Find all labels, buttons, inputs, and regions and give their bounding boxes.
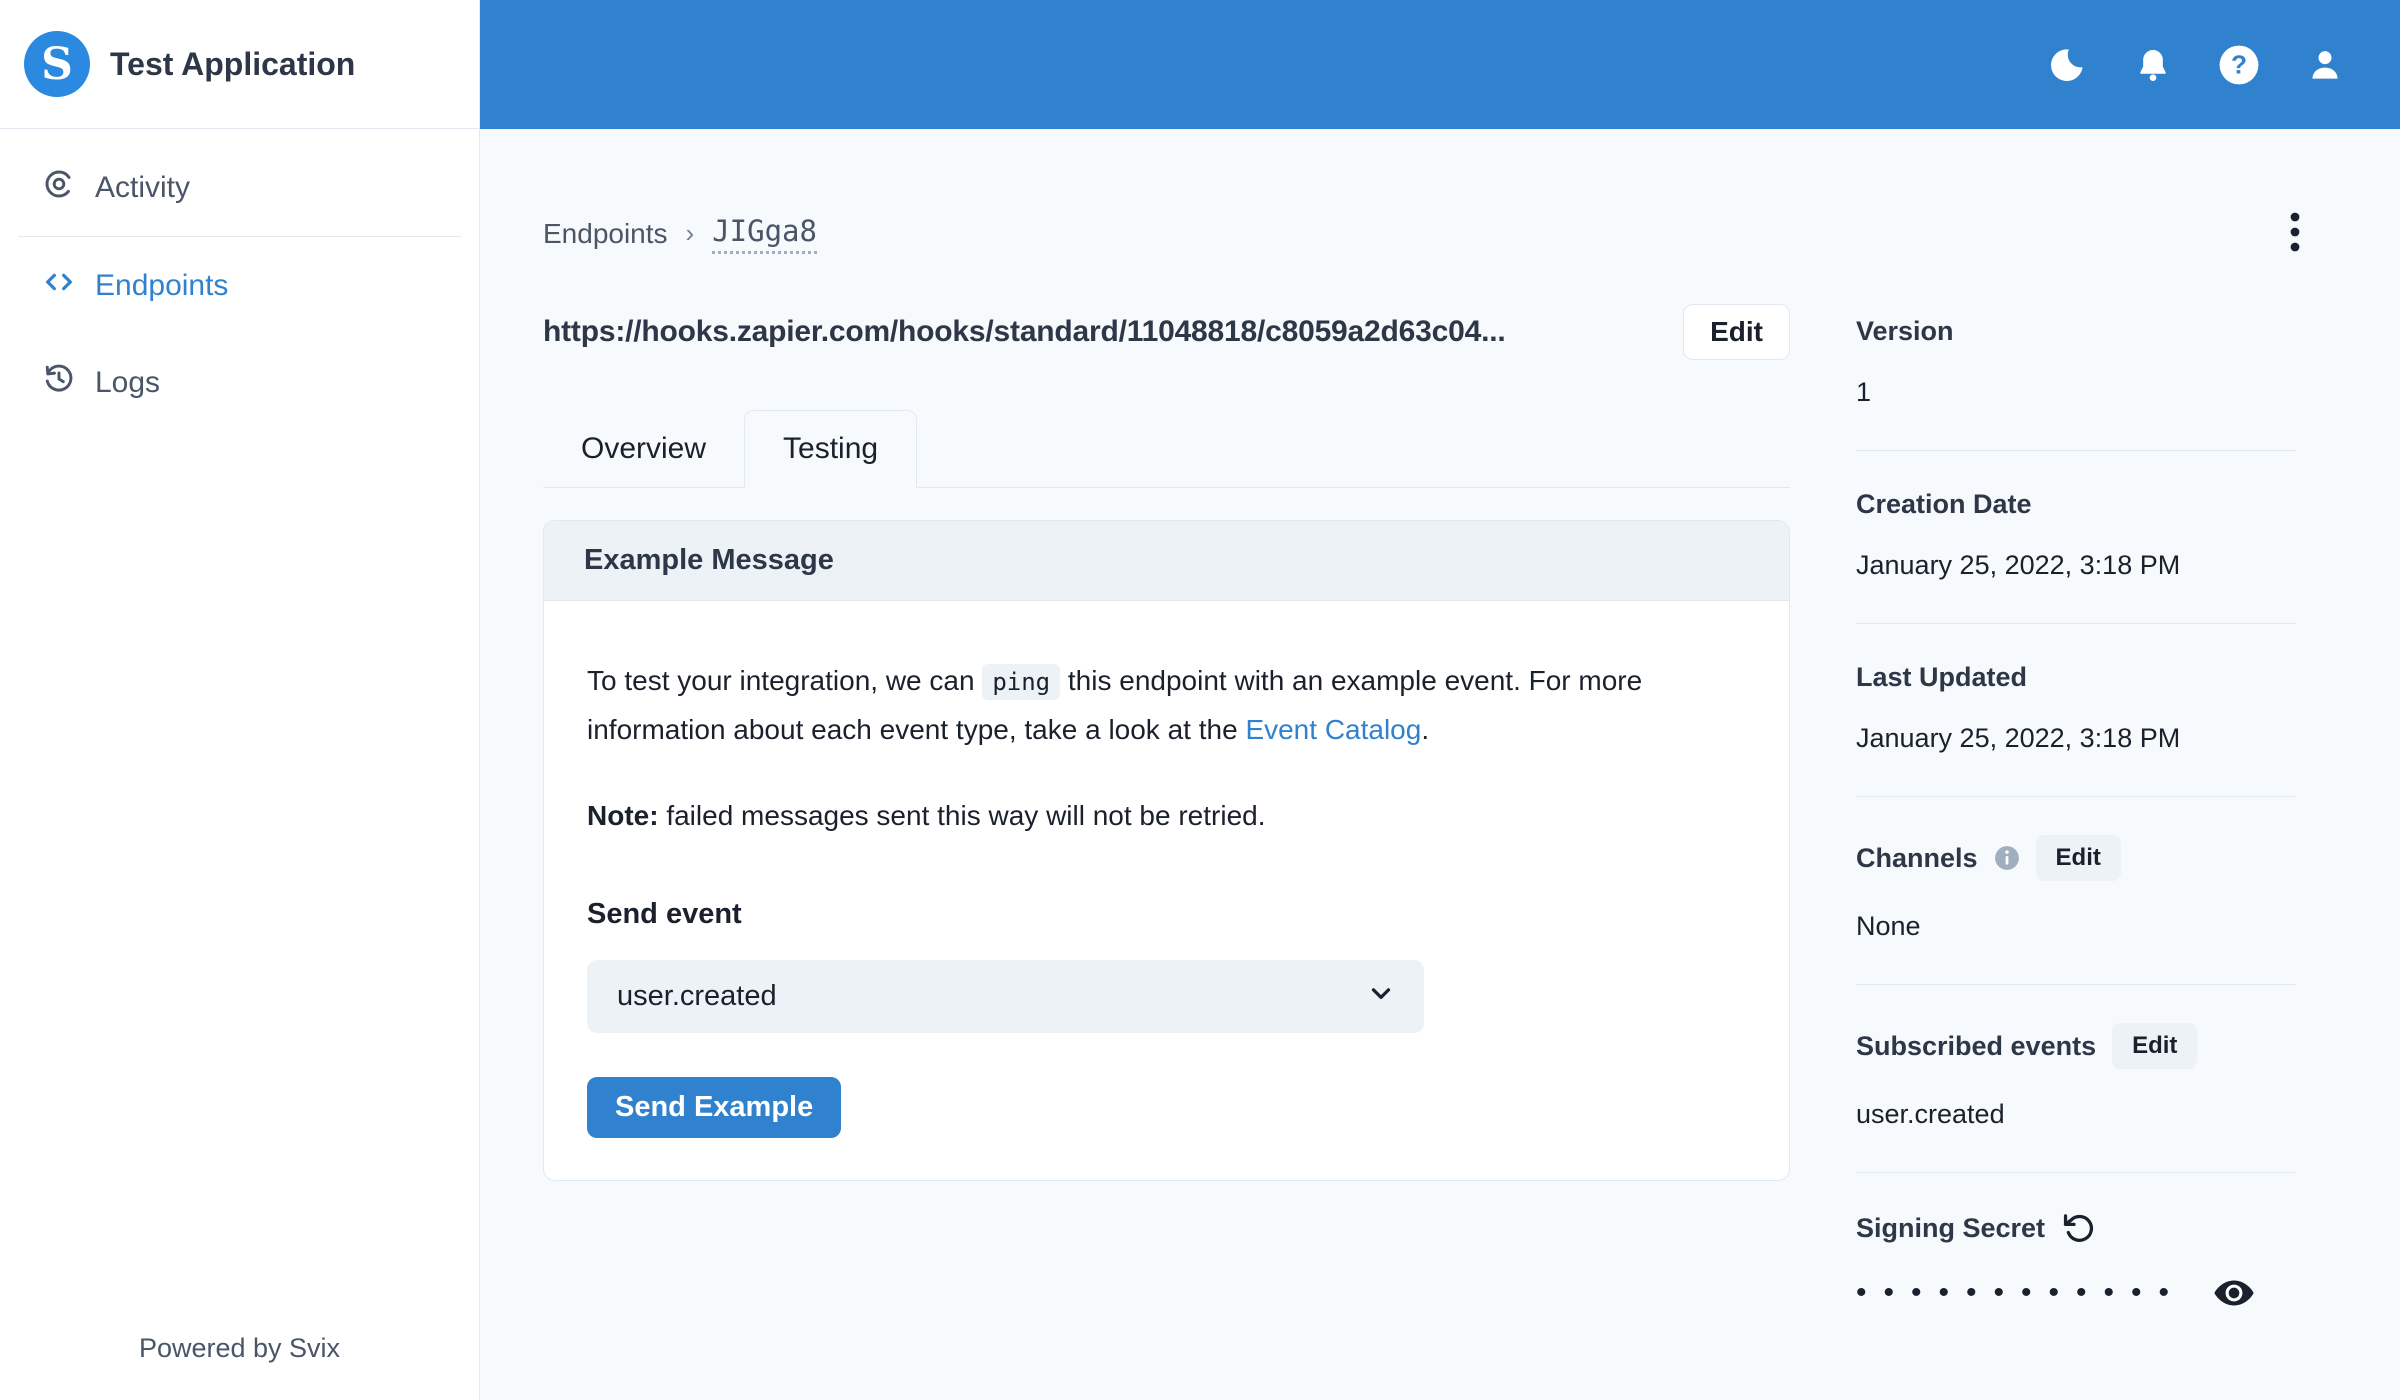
sidebar-item-activity[interactable]: Activity: [0, 139, 479, 236]
card-body: To test your integration, we can ping th…: [544, 601, 1789, 1180]
history-clock-icon: [43, 363, 75, 403]
intro-text: To test your integration, we can: [587, 665, 983, 696]
panel-divider: [1856, 1172, 2296, 1173]
channels-info-icon[interactable]: [1994, 845, 2020, 871]
dark-mode-moon-icon[interactable]: [2046, 44, 2088, 86]
topbar: ?: [480, 0, 2400, 129]
breadcrumb-endpoint-id[interactable]: JIGga8: [712, 214, 817, 254]
version-value: 1: [1856, 377, 1872, 407]
signing-secret-label: Signing Secret: [1856, 1212, 2046, 1243]
sidebar-item-label: Logs: [95, 365, 161, 399]
endpoint-main: https://hooks.zapier.com/hooks/standard/…: [543, 304, 1790, 1181]
event-type-select[interactable]: user.created: [587, 960, 1424, 1033]
content-area: Endpoints › JIGga8 https://hooks.zapier.…: [480, 129, 2400, 1400]
subscribed-events-label: Subscribed events: [1856, 1030, 2097, 1061]
sidebar-item-label: Endpoints: [95, 268, 229, 302]
note-text: failed messages sent this way will not b…: [658, 800, 1266, 831]
send-example-button[interactable]: Send Example: [587, 1077, 842, 1138]
panel-divider: [1856, 984, 2296, 985]
signing-secret-row: ••••••••••••: [1856, 1271, 2296, 1315]
user-account-icon[interactable]: [2304, 44, 2346, 86]
help-question-icon[interactable]: ?: [2218, 44, 2260, 86]
powered-by-label: Powered by Svix: [138, 1333, 341, 1363]
creation-date-label: Creation Date: [1856, 489, 2032, 519]
ping-code-chip: ping: [982, 664, 1061, 700]
note-line: Note: failed messages sent this way will…: [587, 792, 1746, 840]
signing-secret-masked: ••••••••••••: [1856, 1276, 2187, 1309]
version-label: Version: [1856, 316, 1954, 346]
detail-layout: https://hooks.zapier.com/hooks/standard/…: [543, 304, 2310, 1315]
panel-divider: [1856, 450, 2296, 451]
breadcrumb-separator-icon: ›: [685, 218, 695, 248]
edit-subscribed-events-button[interactable]: Edit: [2112, 1023, 2198, 1069]
code-brackets-icon: [43, 266, 75, 306]
subscribed-events-value: user.created: [1856, 1099, 2005, 1129]
endpoint-url-row: https://hooks.zapier.com/hooks/standard/…: [543, 304, 1790, 360]
note-label: Note:: [587, 800, 659, 831]
kebab-menu-icon[interactable]: [2280, 207, 2310, 260]
breadcrumb: Endpoints › JIGga8: [543, 214, 817, 254]
example-message-card: Example Message To test your integration…: [543, 520, 1790, 1181]
edit-url-button[interactable]: Edit: [1683, 304, 1790, 360]
subscribed-events-label-row: Subscribed events Edit: [1856, 1023, 2296, 1069]
card-title: Example Message: [544, 521, 1789, 601]
intro-paragraph: To test your integration, we can ping th…: [587, 657, 1727, 754]
breadcrumb-row: Endpoints › JIGga8: [543, 207, 2310, 260]
endpoint-details-panel: Version 1 Creation Date January 25, 2022…: [1856, 304, 2296, 1315]
send-event-label: Send event: [587, 898, 742, 930]
sidebar-item-logs[interactable]: Logs: [0, 334, 479, 431]
endpoint-tabs: Overview Testing: [543, 410, 1790, 488]
sidebar-nav: Activity Endpoints Logs: [0, 129, 479, 431]
intro-text: .: [1421, 714, 1430, 745]
sidebar-item-label: Activity: [95, 170, 191, 204]
chevron-down-icon: [1366, 978, 1396, 1016]
activity-disc-icon: [43, 168, 75, 208]
sidebar: S Test Application Activity Endpoints Lo…: [0, 0, 480, 1400]
rotate-secret-icon[interactable]: [2061, 1211, 2095, 1245]
edit-channels-button[interactable]: Edit: [2035, 835, 2121, 881]
panel-divider: [1856, 796, 2296, 797]
sidebar-item-endpoints[interactable]: Endpoints: [0, 237, 479, 334]
main-column: ? Endpoints › JIGga8 https://hooks.zapie…: [480, 0, 2400, 1400]
app-root: S Test Application Activity Endpoints Lo…: [0, 0, 2400, 1400]
application-home-link[interactable]: S Test Application: [0, 0, 479, 129]
breadcrumb-endpoints-link[interactable]: Endpoints: [543, 218, 668, 250]
tab-testing[interactable]: Testing: [744, 410, 918, 488]
tab-overview[interactable]: Overview: [543, 410, 744, 487]
svg-text:?: ?: [2231, 49, 2247, 79]
creation-date-value: January 25, 2022, 3:18 PM: [1856, 550, 2181, 580]
signing-secret-label-row: Signing Secret: [1856, 1211, 2296, 1245]
last-updated-value: January 25, 2022, 3:18 PM: [1856, 723, 2181, 753]
channels-label-row: Channels Edit: [1856, 835, 2296, 881]
notifications-bell-icon[interactable]: [2132, 44, 2174, 86]
event-catalog-link[interactable]: Event Catalog: [1245, 714, 1421, 745]
reveal-secret-eye-icon[interactable]: [2212, 1271, 2256, 1315]
last-updated-label: Last Updated: [1856, 662, 2028, 692]
endpoint-url: https://hooks.zapier.com/hooks/standard/…: [543, 315, 1506, 348]
panel-divider: [1856, 623, 2296, 624]
svix-logo: S: [24, 31, 90, 97]
event-type-selected-value: user.created: [617, 980, 777, 1012]
channels-label: Channels: [1856, 842, 1978, 873]
channels-value: None: [1856, 911, 1921, 941]
application-title: Test Application: [110, 45, 356, 82]
